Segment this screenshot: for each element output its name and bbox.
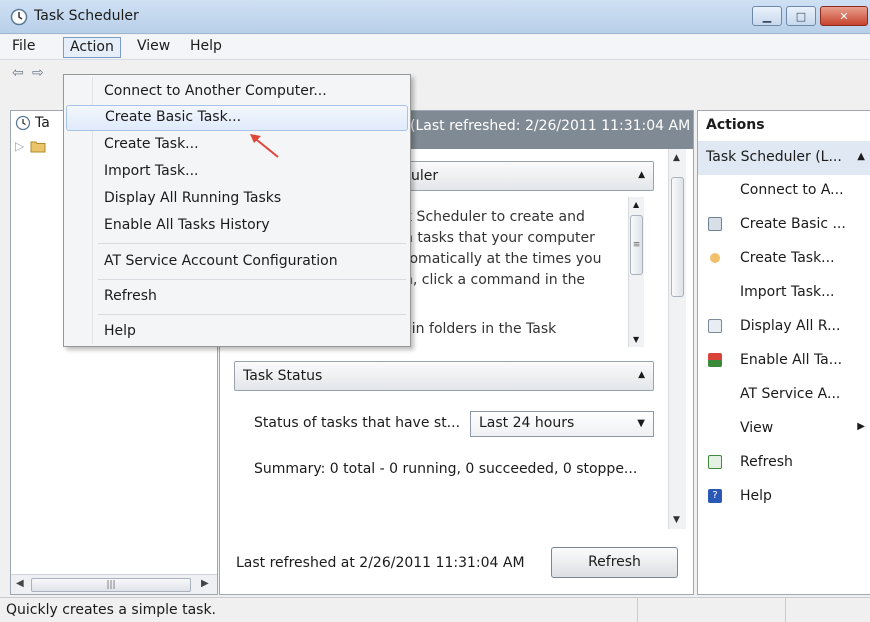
refresh-button[interactable]: Refresh	[551, 547, 678, 578]
scroll-left-icon[interactable]: ◀	[16, 578, 24, 589]
display-running-tasks-icon	[708, 319, 722, 333]
collapse-icon[interactable]: ▲	[638, 370, 645, 380]
action-connect[interactable]: Connect to A...	[698, 175, 870, 209]
actions-title: Actions	[706, 117, 765, 133]
status-period-select[interactable]: Last 24 hours ▼	[470, 411, 654, 437]
action-label: Help	[740, 488, 772, 504]
menu-item-refresh[interactable]: Refresh	[66, 284, 408, 310]
enable-history-icon	[708, 353, 722, 367]
action-label: Refresh	[740, 454, 793, 470]
title-bar: Task Scheduler ▁ □ ✕	[0, 0, 870, 34]
last-refreshed-text: Last refreshed at 2/26/2011 11:31:04 AM	[236, 555, 525, 571]
menu-separator	[98, 243, 406, 244]
actions-group-header[interactable]: Task Scheduler (L... ▲	[698, 141, 870, 175]
task-status-section-header[interactable]: Task Status ▲	[234, 361, 654, 391]
expand-arrow-icon[interactable]: ▷	[15, 139, 24, 153]
tree-horizontal-scrollbar[interactable]: ◀ ||| ▶	[11, 574, 217, 594]
menu-item-display-running[interactable]: Display All Running Tasks	[66, 186, 408, 212]
task-scheduler-icon	[10, 8, 28, 26]
menu-action[interactable]: Action	[63, 37, 121, 58]
action-dropdown-menu: Connect to Another Computer... Create Ba…	[63, 74, 411, 347]
action-help[interactable]: ? Help	[698, 481, 870, 515]
action-label: View	[740, 420, 774, 436]
action-display-running[interactable]: Display All R...	[698, 311, 870, 345]
summary-vertical-scrollbar[interactable]: ▲ ▼	[668, 149, 686, 529]
scroll-up-icon[interactable]: ▲	[673, 153, 680, 163]
scroll-thumb[interactable]: |||	[31, 578, 191, 592]
menu-help[interactable]: Help	[184, 37, 228, 58]
forward-arrow-icon[interactable]: ⇨	[32, 65, 44, 81]
action-import-task[interactable]: Import Task...	[698, 277, 870, 311]
action-label: Create Basic ...	[740, 216, 846, 232]
action-label: Create Task...	[740, 250, 835, 266]
annotation-arrow-icon	[250, 134, 279, 158]
action-label: Import Task...	[740, 284, 835, 300]
folder-icon	[30, 141, 46, 153]
tree-root-node[interactable]: Ta	[15, 115, 50, 131]
overview-title: uler	[411, 168, 439, 184]
submenu-arrow-icon: ▶	[857, 421, 865, 432]
task-scheduler-icon	[15, 115, 31, 131]
menu-item-help[interactable]: Help	[66, 319, 408, 345]
menu-item-create-basic-task[interactable]: Create Basic Task...	[66, 105, 408, 131]
actions-pane: Actions Task Scheduler (L... ▲ Connect t…	[697, 110, 870, 595]
collapse-icon[interactable]: ▲	[857, 151, 865, 162]
create-task-icon	[710, 253, 720, 263]
status-bar: Quickly creates a simple task.	[0, 597, 870, 622]
dropdown-arrow-icon: ▼	[637, 418, 645, 429]
collapse-icon[interactable]: ▲	[638, 170, 645, 180]
status-divider	[785, 598, 786, 622]
scroll-down-icon[interactable]: ▼	[633, 335, 639, 344]
action-create-task[interactable]: Create Task...	[698, 243, 870, 277]
menu-item-connect[interactable]: Connect to Another Computer...	[66, 79, 408, 105]
minimize-button[interactable]: ▁	[752, 6, 782, 26]
tree-root-label: Ta	[35, 115, 50, 131]
refresh-icon	[708, 455, 722, 469]
menu-view[interactable]: View	[131, 37, 176, 58]
help-icon: ?	[708, 489, 722, 503]
status-divider	[637, 598, 638, 622]
menu-item-create-task[interactable]: Create Task...	[66, 132, 408, 158]
back-arrow-icon[interactable]: ⇦	[12, 65, 24, 81]
action-view[interactable]: View ▶	[698, 413, 870, 447]
create-basic-task-icon	[708, 217, 722, 231]
status-summary: Summary: 0 total - 0 running, 0 succeede…	[254, 461, 638, 477]
action-label: Enable All Ta...	[740, 352, 843, 368]
menu-file[interactable]: File	[6, 37, 41, 58]
menu-separator	[98, 279, 406, 280]
menu-bar: File Action View Help	[0, 35, 870, 60]
action-label: AT Service A...	[740, 386, 841, 402]
close-button[interactable]: ✕	[820, 6, 868, 26]
menu-separator	[98, 314, 406, 315]
action-label: Display All R...	[740, 318, 841, 334]
action-label: Connect to A...	[740, 182, 844, 198]
action-at-service[interactable]: AT Service A...	[698, 379, 870, 413]
action-enable-history[interactable]: Enable All Ta...	[698, 345, 870, 379]
maximize-button[interactable]: □	[786, 6, 816, 26]
window-title: Task Scheduler	[34, 8, 139, 24]
actions-group-label: Task Scheduler (L...	[706, 149, 842, 165]
menu-item-at-service[interactable]: AT Service Account Configuration	[66, 249, 408, 275]
status-label: Status of tasks that have st...	[254, 415, 461, 431]
scroll-down-icon[interactable]: ▼	[673, 515, 680, 525]
scroll-up-icon[interactable]: ▲	[633, 200, 639, 209]
tree-child-node[interactable]: ▷	[15, 139, 46, 153]
menu-item-enable-history[interactable]: Enable All Tasks History	[66, 213, 408, 239]
task-status-title: Task Status	[243, 368, 323, 384]
scroll-thumb[interactable]	[671, 177, 684, 297]
status-select-value: Last 24 hours	[479, 415, 575, 431]
scroll-thumb[interactable]: ≡	[630, 215, 643, 275]
menu-item-import-task[interactable]: Import Task...	[66, 159, 408, 185]
action-create-basic-task[interactable]: Create Basic ...	[698, 209, 870, 243]
status-bar-text: Quickly creates a simple task.	[6, 602, 217, 618]
scroll-right-icon[interactable]: ▶	[201, 578, 209, 589]
overview-scrollbar[interactable]: ▲ ≡ ▼	[628, 197, 644, 347]
action-refresh[interactable]: Refresh	[698, 447, 870, 481]
